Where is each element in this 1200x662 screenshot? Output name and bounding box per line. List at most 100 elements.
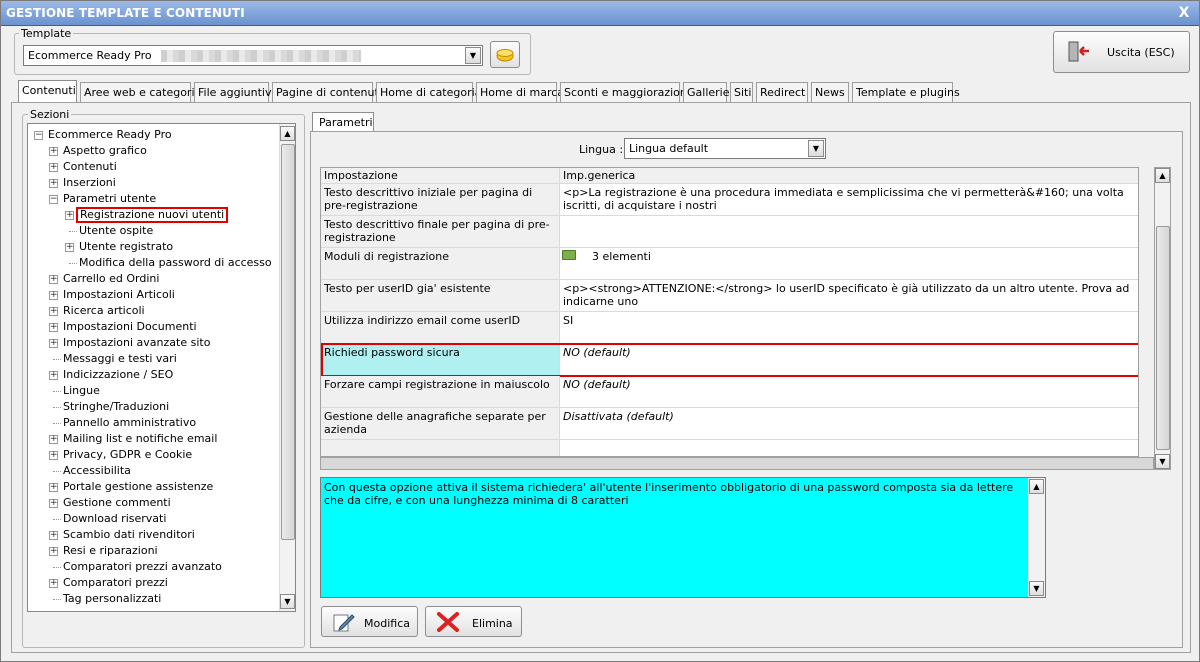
tree-node[interactable]: Impostazioni Articoli <box>63 287 175 303</box>
tree-scrollbar[interactable]: ▲ ▼ <box>279 124 295 611</box>
grid-row[interactable]: Testo per userID gia' esistente <p><stron… <box>321 280 1138 312</box>
tree-node[interactable]: Comparatori prezzi <box>63 575 168 591</box>
tab-pagine-contenuti[interactable]: Pagine di contenuti <box>272 82 382 102</box>
setting-value-cell[interactable]: Disattivata (default) <box>560 408 1138 439</box>
tree-node[interactable]: Mailing list e notifiche email <box>63 431 217 447</box>
tab-template-plugins[interactable]: Template e plugins <box>852 82 960 102</box>
setting-value-cell[interactable]: <p>La registrazione è una procedura imme… <box>560 184 1138 215</box>
grid-row[interactable] <box>321 440 1138 456</box>
grid-scrollbar[interactable]: ▲ ▼ <box>1154 167 1171 470</box>
setting-value-cell[interactable]: 3 elementi <box>560 248 1138 279</box>
grid-scroll-thumb[interactable] <box>1156 226 1170 450</box>
tab-redirect[interactable]: Redirect <box>756 82 808 102</box>
expand-icon[interactable]: + <box>49 147 58 156</box>
tree-node[interactable]: Gestione commenti <box>63 495 171 511</box>
setting-name-cell[interactable]: Utilizza indirizzo email come userID <box>321 312 560 343</box>
expand-icon[interactable]: + <box>49 323 58 332</box>
tab-contenuti[interactable]: Contenuti <box>18 80 77 103</box>
tree-node[interactable]: Parametri utente <box>63 191 156 207</box>
tab-news[interactable]: News <box>811 82 849 102</box>
tab-sconti[interactable]: Sconti e maggiorazioni <box>560 82 690 102</box>
grid-row[interactable]: Testo descrittivo iniziale per pagina di… <box>321 184 1138 216</box>
tab-aree-web[interactable]: Aree web e categorie <box>80 82 201 102</box>
tree-node[interactable]: Ecommerce Ready Pro <box>48 127 172 143</box>
tab-file-aggiuntivi[interactable]: File aggiuntivi <box>194 82 275 102</box>
tree-node[interactable]: Contenuti <box>63 159 117 175</box>
exit-button[interactable]: Uscita (ESC) <box>1053 31 1190 73</box>
tree-node[interactable]: Scambio dati rivenditori <box>63 527 195 543</box>
lingua-select[interactable]: Lingua default ▼ <box>624 138 826 159</box>
scroll-up-icon[interactable]: ▲ <box>1155 168 1170 183</box>
setting-name-cell[interactable]: Gestione delle anagrafiche separate per … <box>321 408 560 439</box>
tree-node[interactable]: Download riservati <box>63 511 166 527</box>
chevron-down-icon[interactable]: ▼ <box>465 47 481 64</box>
scroll-up-icon[interactable]: ▲ <box>280 126 295 141</box>
tree-node[interactable]: Messaggi e testi vari <box>63 351 177 367</box>
grid-row[interactable]: Testo descrittivo finale per pagina di p… <box>321 216 1138 248</box>
scroll-down-icon[interactable]: ▼ <box>280 594 295 609</box>
expand-icon[interactable]: + <box>49 451 58 460</box>
expand-icon[interactable]: + <box>49 339 58 348</box>
expand-icon[interactable]: + <box>65 243 74 252</box>
tree-node[interactable]: Modifica della password di accesso <box>79 255 272 271</box>
tree-node[interactable]: Tag personalizzati <box>63 591 161 607</box>
tree-node[interactable]: Inserzioni <box>63 175 116 191</box>
grid-row[interactable]: Utilizza indirizzo email come userID SI <box>321 312 1138 344</box>
setting-name-cell[interactable] <box>321 440 560 456</box>
sections-tree[interactable]: − Ecommerce Ready Pro + Aspetto grafico + Con… <box>27 123 296 612</box>
expand-icon[interactable]: + <box>49 291 58 300</box>
header-impostazione[interactable]: Impostazione <box>321 168 560 183</box>
tree-node[interactable]: Accessibilita <box>63 463 131 479</box>
setting-value-cell[interactable]: <p><strong>ATTENZIONE:</strong> lo userI… <box>560 280 1138 311</box>
tree-node[interactable]: Pannello amministrativo <box>63 415 196 431</box>
expand-icon[interactable]: + <box>49 371 58 380</box>
template-select[interactable]: Ecommerce Ready Pro ▼ <box>23 45 483 66</box>
close-icon[interactable]: X <box>1175 4 1193 22</box>
tree-node[interactable]: Portale gestione assistenze <box>63 479 213 495</box>
tab-home-marca[interactable]: Home di marca <box>476 82 564 102</box>
tree-node[interactable]: Impostazioni Documenti <box>63 319 197 335</box>
description-box[interactable]: Con questa opzione attiva il sistema ric… <box>320 477 1046 598</box>
expand-icon[interactable]: + <box>49 483 58 492</box>
tree-node[interactable]: Resi e riparazioni <box>63 543 158 559</box>
expand-icon[interactable]: + <box>49 547 58 556</box>
setting-name-cell[interactable]: Testo per userID gia' esistente <box>321 280 560 311</box>
expand-icon[interactable]: + <box>49 579 58 588</box>
open-template-button[interactable] <box>490 41 520 68</box>
description-scrollbar[interactable]: ▲ ▼ <box>1028 478 1045 597</box>
setting-name-cell[interactable]: Testo descrittivo finale per pagina di p… <box>321 216 560 247</box>
setting-value-cell[interactable]: NO (default) <box>560 376 1138 407</box>
expand-icon[interactable]: + <box>49 435 58 444</box>
header-imp-generica[interactable]: Imp.generica <box>560 168 1138 183</box>
setting-value-cell[interactable]: SI <box>560 312 1138 343</box>
setting-name-cell[interactable]: Forzare campi registrazione in maiuscolo <box>321 376 560 407</box>
scroll-down-icon[interactable]: ▼ <box>1155 454 1170 469</box>
setting-name-cell[interactable]: Moduli di registrazione <box>321 248 560 279</box>
tree-node[interactable]: Utente ospite <box>79 223 153 239</box>
collapse-icon[interactable]: − <box>34 131 43 140</box>
grid-row[interactable]: Gestione delle anagrafiche separate per … <box>321 408 1138 440</box>
tab-home-categoria[interactable]: Home di categoria <box>376 82 481 102</box>
expand-icon[interactable]: + <box>49 499 58 508</box>
expand-icon[interactable]: + <box>49 163 58 172</box>
tree-node[interactable]: Registrazione nuovi utenti <box>76 207 229 223</box>
grid-row[interactable]: Forzare campi registrazione in maiuscolo… <box>321 376 1138 408</box>
edit-button[interactable]: Modifica <box>321 606 418 637</box>
scroll-down-icon[interactable]: ▼ <box>1029 581 1044 596</box>
tree-node[interactable]: Carrello ed Ordini <box>63 271 159 287</box>
tree-node[interactable]: Lingue <box>63 383 100 399</box>
expand-icon[interactable]: + <box>49 307 58 316</box>
tree-node[interactable]: Privacy, GDPR e Cookie <box>63 447 192 463</box>
setting-name-cell[interactable]: Testo descrittivo iniziale per pagina di… <box>321 184 560 215</box>
tree-node[interactable]: Impostazioni avanzate sito <box>63 335 210 351</box>
setting-value-cell[interactable] <box>560 216 1138 247</box>
expand-icon[interactable]: + <box>49 179 58 188</box>
tab-siti[interactable]: Siti <box>730 82 753 102</box>
scroll-up-icon[interactable]: ▲ <box>1029 479 1044 494</box>
expand-icon[interactable]: + <box>65 211 74 220</box>
tree-node[interactable]: Aspetto grafico <box>63 143 147 159</box>
tab-parametri[interactable]: Parametri <box>312 112 374 132</box>
grid-row[interactable]: Moduli di registrazione 3 elementi <box>321 248 1138 280</box>
tree-node[interactable]: Comparatori prezzi avanzato <box>63 559 222 575</box>
tree-node[interactable]: Ricerca articoli <box>63 303 145 319</box>
